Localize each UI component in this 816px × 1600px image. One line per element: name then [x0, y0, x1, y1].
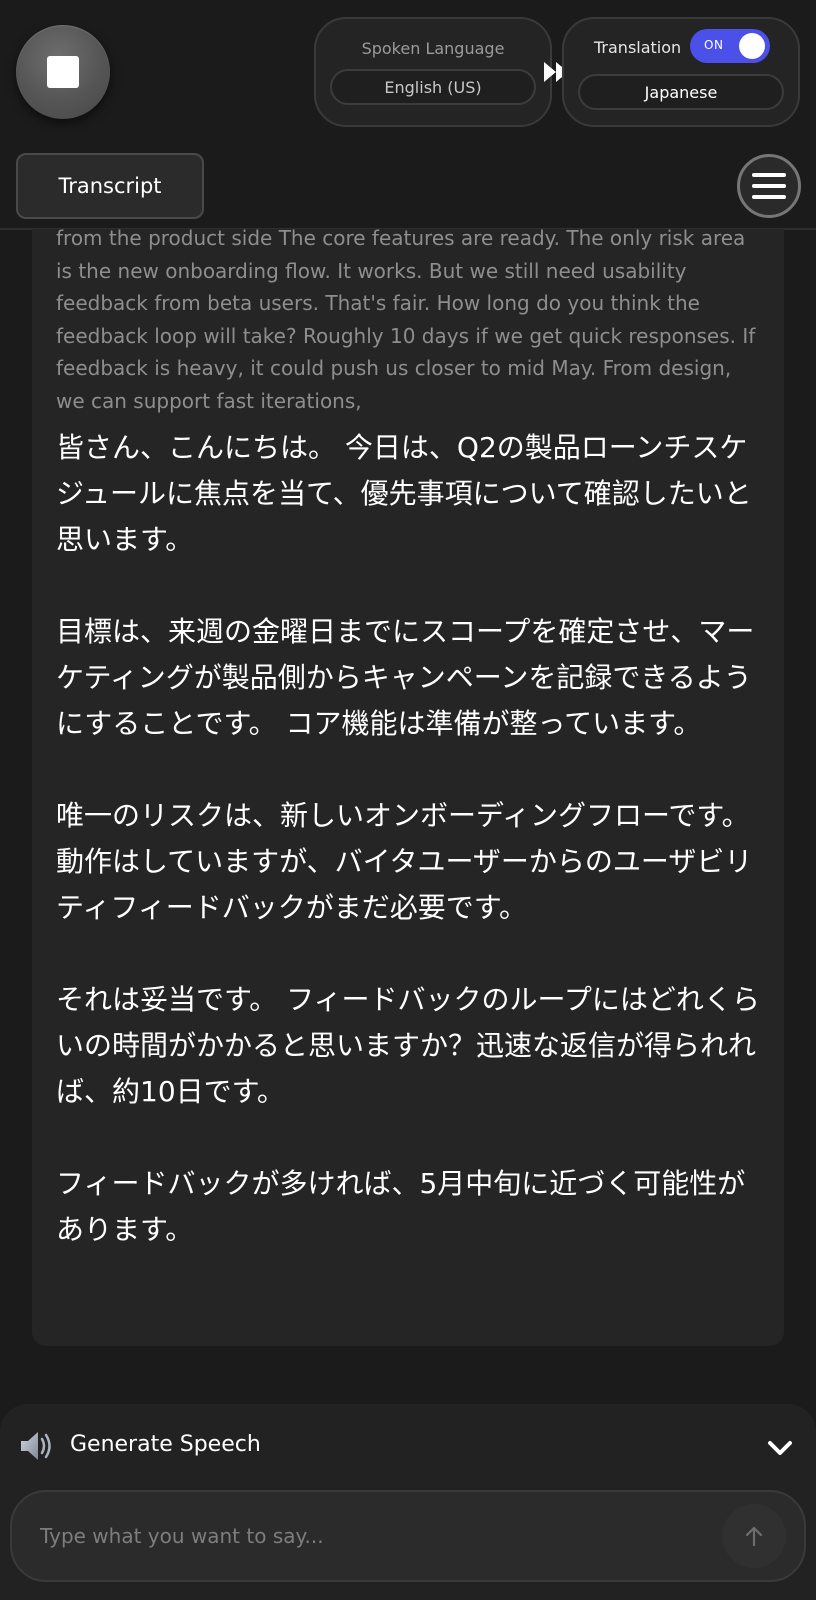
spoken-language-select[interactable]: English (US)	[330, 69, 536, 105]
target-language-select[interactable]: Japanese	[578, 74, 784, 110]
stop-icon	[47, 56, 79, 88]
hamburger-menu-icon	[752, 173, 786, 177]
generate-speech-label[interactable]: Generate Speech	[70, 1432, 261, 1457]
speech-input-bar	[10, 1490, 806, 1582]
app-screen: Spoken Language English (US) Translation…	[0, 0, 816, 1600]
translation-card: Translation ON Japanese	[562, 17, 800, 127]
toggle-label: ON	[704, 38, 724, 52]
chevron-down-icon[interactable]	[766, 1438, 794, 1458]
arrow-up-icon	[745, 1526, 763, 1547]
tab-transcript[interactable]: Transcript	[16, 153, 204, 219]
translation-paragraph: それは妥当です。 フィードバックのループにはどれくらいの時間がかかると思いますか…	[56, 983, 760, 1108]
translation-paragraph: 唯一のリスクは、新しいオンボーディングフローです。 動作はしていますが、バイタユ…	[56, 799, 753, 924]
translation-paragraph: フィードバックが多ければ、5月中旬に近づく可能性があります。	[56, 1167, 746, 1246]
transcript-panel[interactable]: from the product side The core features …	[32, 229, 784, 1346]
translation-text: 皆さん、こんにちは。 今日は、Q2の製品ローンチスケジュールに焦点を当て、優先事…	[56, 425, 762, 1253]
hamburger-menu-icon	[752, 195, 786, 199]
spoken-language-card: Spoken Language English (US)	[314, 17, 552, 127]
translation-paragraph: 目標は、来週の金曜日までにスコープを確定させ、マーケティングが製品側からキャンペ…	[56, 615, 755, 740]
translation-toggle[interactable]: ON	[690, 29, 770, 63]
spoken-language-title: Spoken Language	[361, 39, 505, 58]
speaker-icon	[21, 1432, 51, 1460]
send-button[interactable]	[722, 1504, 786, 1568]
menu-button[interactable]	[737, 154, 801, 218]
hamburger-menu-icon	[752, 184, 786, 188]
translation-title: Translation	[594, 38, 682, 57]
toggle-knob	[739, 33, 765, 59]
stop-recording-button[interactable]	[16, 25, 110, 119]
translation-paragraph: 皆さん、こんにちは。 今日は、Q2の製品ローンチスケジュールに焦点を当て、優先事…	[56, 431, 752, 556]
generate-speech-panel: Generate Speech	[0, 1404, 816, 1600]
speech-text-input[interactable]	[40, 1510, 680, 1562]
source-transcript-text: from the product side The core features …	[56, 229, 756, 413]
